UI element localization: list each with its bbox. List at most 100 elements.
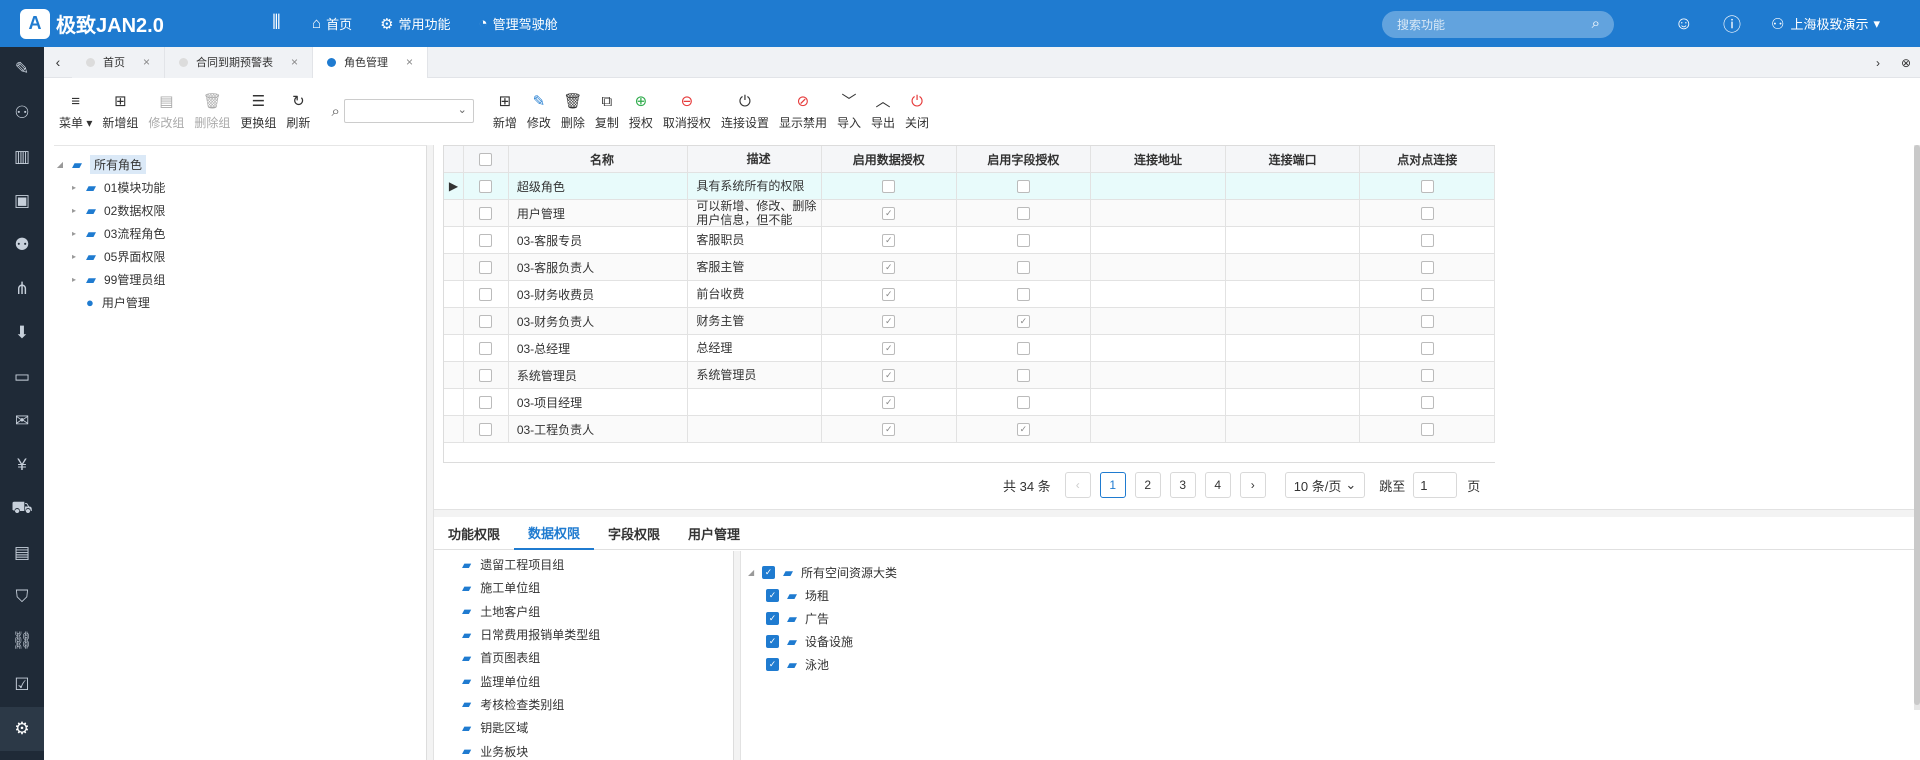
sidebar-item[interactable]: ▤ bbox=[0, 531, 44, 575]
sidebar-item[interactable]: ⚙ bbox=[0, 707, 44, 751]
data-auth-checkbox[interactable]: ✓ bbox=[882, 395, 896, 409]
table-row[interactable]: 03-工程负责人 ✓ ✓ bbox=[444, 416, 1495, 443]
sidebar-item[interactable]: ⛓ bbox=[0, 619, 44, 663]
row-checkbox[interactable] bbox=[479, 395, 493, 409]
sidebar-item[interactable]: ⛟ bbox=[0, 487, 44, 531]
row-checkbox[interactable] bbox=[479, 260, 493, 274]
list-item[interactable]: ▰ 监理单位组 bbox=[434, 669, 733, 692]
sidebar-item[interactable]: ⋔ bbox=[0, 267, 44, 311]
sidebar-item[interactable]: ✎ bbox=[0, 47, 44, 91]
sidebar-item[interactable]: ✉ bbox=[0, 399, 44, 443]
table-row[interactable]: 03-客服专员 客服职员 ✓ bbox=[444, 227, 1495, 254]
data-auth-checkbox[interactable] bbox=[882, 179, 896, 193]
notification-icon[interactable]: ☺ bbox=[1675, 13, 1693, 34]
column-header[interactable]: 点对点连接 bbox=[1360, 146, 1495, 172]
field-auth-checkbox[interactable] bbox=[1016, 341, 1030, 355]
data-auth-checkbox[interactable]: ✓ bbox=[882, 287, 896, 301]
bottom-vertical-splitter[interactable] bbox=[734, 551, 741, 760]
row-checkbox[interactable] bbox=[479, 314, 493, 328]
tree-node[interactable]: ▸ ▰ 03流程角色 bbox=[54, 222, 426, 245]
search-input[interactable]: 搜索功能 ⌕ bbox=[1382, 11, 1614, 38]
field-auth-checkbox[interactable] bbox=[1016, 260, 1030, 274]
column-header[interactable]: 启用数据授权 bbox=[822, 146, 957, 172]
resource-checkbox[interactable]: ✓ bbox=[766, 612, 779, 625]
row-checkbox[interactable] bbox=[479, 233, 493, 247]
list-item[interactable]: ▰ 施工单位组 bbox=[434, 576, 733, 599]
caret-down-icon[interactable]: ◢ bbox=[54, 160, 66, 169]
list-item[interactable]: ▰ 首页图表组 bbox=[434, 646, 733, 669]
row-checkbox[interactable] bbox=[479, 206, 493, 220]
row-checkbox[interactable] bbox=[479, 368, 493, 382]
list-item[interactable]: ▰ 遗留工程项目组 bbox=[434, 553, 733, 576]
p2p-checkbox[interactable] bbox=[1420, 341, 1434, 355]
page-size-select[interactable]: 10 条/页 ⌄ bbox=[1284, 472, 1366, 498]
column-header[interactable]: 连接地址 bbox=[1091, 146, 1226, 172]
tree-node[interactable]: ▸ ▰ 99管理员组 bbox=[54, 268, 426, 291]
ban-button[interactable]: ⊘ 显示禁用 bbox=[774, 82, 832, 140]
tab-1[interactable]: 合同到期预警表 × bbox=[165, 46, 314, 78]
row-checkbox[interactable] bbox=[479, 422, 493, 436]
sidebar-item[interactable]: ▣ bbox=[0, 179, 44, 223]
resource-root-node[interactable]: ◢ ✓ ▰ 所有空间资源大类 bbox=[748, 561, 897, 584]
resource-checkbox[interactable]: ✓ bbox=[766, 635, 779, 648]
vertical-splitter[interactable] bbox=[427, 145, 434, 760]
resource-node[interactable]: ✓ ▰ 场租 bbox=[748, 584, 897, 607]
edit-group-button[interactable]: ▤ 修改组 bbox=[143, 82, 189, 140]
data-auth-checkbox[interactable]: ✓ bbox=[882, 422, 896, 436]
tree-node[interactable]: ▸ ▰ 01模块功能 bbox=[54, 176, 426, 199]
table-row[interactable]: 03-项目经理 ✓ bbox=[444, 389, 1495, 416]
list-item[interactable]: ▰ 考核检查类别组 bbox=[434, 693, 733, 716]
data-auth-checkbox[interactable]: ✓ bbox=[882, 368, 896, 382]
search-icon[interactable]: ⌕ bbox=[1592, 15, 1600, 32]
grant-button[interactable]: ⊕ 授权 bbox=[624, 82, 658, 140]
topnav-item[interactable]: ⚙ 常用功能 bbox=[380, 14, 450, 33]
sidebar-item[interactable]: ▭ bbox=[0, 355, 44, 399]
page-button[interactable]: 2 bbox=[1134, 472, 1161, 498]
table-row[interactable]: 系统管理员 系统管理员 ✓ bbox=[444, 362, 1495, 389]
table-row[interactable]: ▶ 超级角色 具有系统所有的权限 bbox=[444, 173, 1495, 200]
import-button[interactable]: ﹀ 导入 bbox=[832, 82, 866, 140]
field-auth-checkbox[interactable] bbox=[1016, 287, 1030, 301]
table-row[interactable]: 03-财务收费员 前台收费 ✓ bbox=[444, 281, 1495, 308]
data-auth-checkbox[interactable]: ✓ bbox=[882, 206, 896, 220]
tree-user-node[interactable]: ● 用户管理 bbox=[54, 291, 426, 314]
revoke-button[interactable]: ⊖ 取消授权 bbox=[658, 82, 716, 140]
add-button[interactable]: ⊞ 新增 bbox=[488, 82, 522, 140]
p2p-checkbox[interactable] bbox=[1420, 260, 1434, 274]
page-button[interactable]: 3 bbox=[1169, 472, 1196, 498]
menu-button[interactable]: ≡ 菜单 ▾ bbox=[54, 82, 97, 140]
sidebar-item[interactable]: ⚇ bbox=[0, 91, 44, 135]
resource-checkbox[interactable]: ✓ bbox=[762, 566, 775, 579]
p2p-checkbox[interactable] bbox=[1420, 179, 1434, 193]
page-button[interactable]: 1 bbox=[1099, 472, 1126, 498]
data-auth-checkbox[interactable]: ✓ bbox=[882, 341, 896, 355]
delete-button[interactable]: 🗑 删除 bbox=[556, 82, 590, 140]
change-group-button[interactable]: ☰ 更换组 bbox=[235, 82, 281, 140]
horizontal-splitter[interactable] bbox=[434, 509, 1920, 517]
close-all-tabs-icon[interactable]: ⊗ bbox=[1892, 56, 1920, 70]
data-auth-checkbox[interactable]: ✓ bbox=[882, 314, 896, 328]
tab-scroll-left-icon[interactable]: ‹ bbox=[44, 54, 72, 70]
refresh-button[interactable]: ↻ 刷新 bbox=[281, 82, 315, 140]
field-auth-checkbox[interactable] bbox=[1016, 179, 1030, 193]
data-auth-checkbox[interactable]: ✓ bbox=[882, 260, 896, 274]
copy-button[interactable]: ⧉ 复制 bbox=[590, 82, 624, 140]
field-auth-checkbox[interactable]: ✓ bbox=[1016, 422, 1030, 436]
field-auth-checkbox[interactable] bbox=[1016, 395, 1030, 409]
row-checkbox[interactable] bbox=[479, 341, 493, 355]
caret-right-icon[interactable]: ▸ bbox=[68, 206, 80, 215]
tab-scroll-right-icon[interactable]: › bbox=[1864, 56, 1892, 70]
resource-checkbox[interactable]: ✓ bbox=[766, 589, 779, 602]
caret-down-icon[interactable]: ◢ bbox=[748, 568, 760, 577]
column-header[interactable]: 连接端口 bbox=[1226, 146, 1361, 172]
close-icon[interactable]: × bbox=[291, 55, 298, 69]
page-button[interactable]: 4 bbox=[1204, 472, 1231, 498]
prev-page-button[interactable]: ‹ bbox=[1064, 472, 1091, 498]
tab-permission[interactable]: 功能权限 bbox=[434, 518, 514, 550]
list-item[interactable]: ▰ 日常费用报销单类型组 bbox=[434, 623, 733, 646]
resource-node[interactable]: ✓ ▰ 设备设施 bbox=[748, 630, 897, 653]
resource-node[interactable]: ✓ ▰ 广告 bbox=[748, 607, 897, 630]
list-item[interactable]: ▰ 钥匙区域 bbox=[434, 716, 733, 739]
tree-node[interactable]: ▸ ▰ 05界面权限 bbox=[54, 245, 426, 268]
field-auth-checkbox[interactable] bbox=[1016, 206, 1030, 220]
